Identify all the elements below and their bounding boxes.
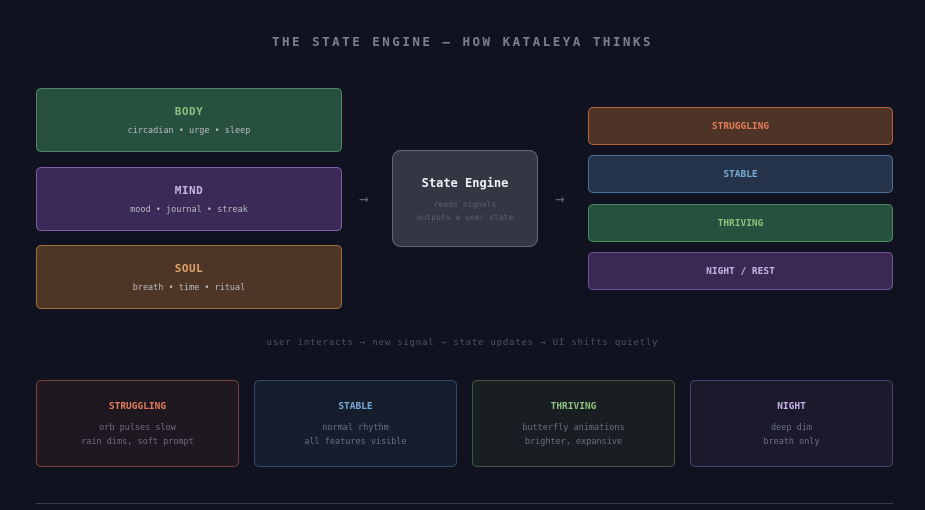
card-label: THRIVING	[550, 401, 597, 412]
source-label: BODY	[174, 105, 204, 118]
arrow-right-icon: →	[359, 189, 369, 208]
state-thriving: THRIVING	[588, 204, 893, 242]
engine-title: State Engine	[421, 176, 509, 190]
divider	[36, 503, 893, 504]
state-stable: STABLE	[588, 155, 893, 193]
state-struggling: STRUGGLING	[588, 107, 893, 145]
engine-line: reads signals	[433, 200, 497, 209]
card-line: brighter, expansive	[524, 437, 623, 447]
arrow-right-icon: →	[555, 189, 565, 208]
state-night-rest: NIGHT / REST	[588, 252, 893, 290]
card-line: breath only	[763, 437, 820, 447]
source-detail: mood • journal • streak	[130, 205, 248, 215]
source-label: SOUL	[174, 262, 204, 275]
card-line: all features visible	[304, 437, 407, 447]
card-line: orb pulses slow	[99, 423, 176, 433]
page-title: THE STATE ENGINE — HOW KATALEYA THINKS	[272, 34, 653, 49]
source-body: BODY circadian • urge • sleep	[36, 88, 342, 152]
card-thriving: THRIVING butterfly animations brighter, e…	[472, 380, 675, 467]
card-line: deep dim	[771, 423, 812, 433]
card-night: NIGHT deep dim breath only	[690, 380, 893, 467]
source-soul: SOUL breath • time • ritual	[36, 245, 342, 309]
engine-line: outputs a user state	[416, 213, 514, 222]
source-label: MIND	[174, 184, 204, 197]
source-mind: MIND mood • journal • streak	[36, 167, 342, 231]
card-struggling: STRUGGLING orb pulses slow rain dims, sof…	[36, 380, 239, 467]
source-detail: breath • time • ritual	[132, 283, 246, 293]
source-detail: circadian • urge • sleep	[127, 126, 251, 136]
card-line: normal rhythm	[322, 423, 389, 433]
card-label: NIGHT	[777, 401, 806, 412]
card-line: butterfly animations	[522, 423, 625, 433]
state-engine-box: State Engine reads signals outputs a use…	[392, 150, 538, 247]
card-stable: STABLE normal rhythm all features visible	[254, 380, 457, 467]
card-line: rain dims, soft prompt	[81, 437, 194, 447]
flow-caption: user interacts → new signal → state upda…	[266, 338, 659, 348]
card-label: STRUGGLING	[108, 401, 167, 412]
card-label: STABLE	[338, 401, 373, 412]
